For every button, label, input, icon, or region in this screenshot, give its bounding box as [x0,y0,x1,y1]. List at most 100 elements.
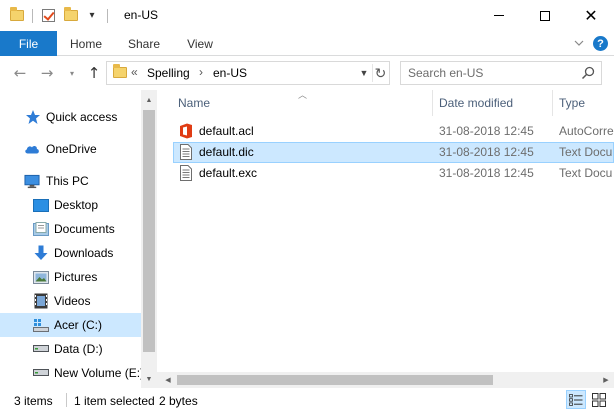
minimize-icon [494,15,504,16]
nav-scrollbar[interactable]: ▲ ▼ [141,90,157,388]
back-arrow-icon[interactable]: ← [10,63,30,83]
sort-ascending-icon: ︿ [298,90,308,100]
item-count: 3 items [14,394,53,408]
file-date: 31-08-2018 12:45 [439,145,534,159]
close-button[interactable]: ✕ [568,0,614,31]
help-icon[interactable]: ? [593,36,608,51]
nav-item-this-pc[interactable]: This PC [0,169,141,193]
pictures-folder-icon [33,269,49,285]
details-view-button[interactable] [566,390,586,409]
tab-file[interactable]: File [0,31,57,56]
drive-icon [33,365,49,381]
office-file-icon [180,123,192,139]
refresh-icon[interactable]: ↻ [372,64,388,82]
nav-item-pictures[interactable]: Pictures [0,265,141,289]
text-file-icon [180,165,192,181]
file-type: Text Docu [559,166,613,180]
column-header-type[interactable]: Type [559,96,585,110]
nav-item-videos[interactable]: Videos [0,289,141,313]
file-date: 31-08-2018 12:45 [439,124,534,138]
nav-item-acer-c[interactable]: Acer (C:) [0,313,141,337]
file-name: default.exc [199,166,258,180]
nav-item-desktop[interactable]: Desktop [0,193,141,217]
column-headers: ︿ Name Date modified Type [157,90,614,116]
table-row[interactable]: default.dic 31-08-2018 12:45 Text Docu [173,142,614,163]
table-row[interactable]: default.acl 31-08-2018 12:45 AutoCorre [173,121,614,142]
customize-toolbar-dropdown-icon[interactable]: ▾ [84,7,100,23]
horizontal-scrollbar-thumb[interactable] [177,375,493,385]
nav-label: Desktop [54,198,99,212]
table-row[interactable]: default.exc 31-08-2018 12:45 Text Docu [173,163,614,184]
forward-arrow-icon[interactable]: → [37,63,57,83]
nav-label: Downloads [54,246,114,260]
folder-icon[interactable] [9,6,25,23]
file-list: ︿ Name Date modified Type default.acl 31… [157,90,614,388]
scroll-up-icon[interactable]: ▲ [141,92,157,108]
breadcrumb-en-us[interactable]: en-US [213,66,247,80]
address-dropdown-icon[interactable]: ▼ [357,65,371,81]
column-divider[interactable] [432,90,433,116]
folder-icon [113,64,127,78]
nav-label: Quick access [46,110,118,124]
chevron-down-icon[interactable] [573,37,585,49]
videos-folder-icon [33,293,49,309]
scroll-left-icon[interactable]: ◀ [160,372,176,388]
properties-check-icon[interactable] [40,7,56,23]
file-name: default.acl [199,124,254,138]
status-separator [66,393,67,407]
maximize-button[interactable] [522,0,568,31]
up-arrow-icon[interactable]: ↑ [84,63,104,83]
nav-label: Documents [54,222,115,236]
file-date: 31-08-2018 12:45 [439,166,534,180]
nav-item-new-volume-e[interactable]: New Volume (E:) [0,361,145,385]
nav-item-quick-access[interactable]: Quick access [0,105,141,129]
address-bar[interactable]: « Spelling › en-US ▼ ↻ [106,61,390,85]
scroll-down-icon[interactable]: ▼ [141,371,157,387]
selection-size: 2 bytes [159,394,198,408]
nav-scrollbar-thumb[interactable] [143,110,155,352]
details-view-icon [569,393,583,406]
search-box[interactable] [400,61,602,85]
text-file-icon [180,144,192,160]
nav-item-data-d[interactable]: Data (D:) [0,337,141,361]
nav-label: Data (D:) [54,342,103,356]
nav-label: This PC [46,174,89,188]
title-separator [107,9,108,23]
breadcrumb-separator[interactable]: › [199,65,203,79]
computer-icon [24,173,40,189]
column-divider[interactable] [552,90,553,116]
ribbon-tabs: File Home Share View ? [0,31,614,56]
file-type: AutoCorre [559,124,614,138]
tab-home[interactable]: Home [62,31,110,56]
desktop-folder-icon [33,197,49,213]
scroll-right-icon[interactable]: ▶ [598,372,614,388]
minimize-button[interactable] [476,0,522,31]
large-icons-view-button[interactable] [589,390,609,409]
tab-share[interactable]: Share [120,31,168,56]
window-title: en-US [124,8,159,22]
tab-view[interactable]: View [176,31,224,56]
breadcrumb-spelling[interactable]: Spelling [147,66,190,80]
nav-label: Videos [54,294,91,308]
recent-locations-chevron-icon[interactable]: ▾ [62,63,82,83]
quick-access-separator [32,9,33,23]
search-input[interactable] [401,62,577,84]
breadcrumb-overflow[interactable]: « [131,65,138,79]
cloud-icon [24,141,40,157]
column-header-name[interactable]: Name [178,96,210,110]
nav-item-downloads[interactable]: Downloads [0,241,141,265]
nav-item-documents[interactable]: Documents [0,217,141,241]
new-folder-icon[interactable] [63,6,79,23]
nav-label: New Volume (E:) [54,366,145,380]
title-bar: ▾ en-US ✕ [0,0,614,31]
windows-drive-icon [33,317,49,333]
navigation-pane: Quick access OneDrive This PC Desktop Do… [0,90,157,388]
column-header-date-modified[interactable]: Date modified [439,96,513,110]
horizontal-scrollbar[interactable]: ◀ ▶ [157,372,614,388]
drive-icon [33,341,49,357]
selection-count: 1 item selected [74,394,155,408]
nav-item-onedrive[interactable]: OneDrive [0,137,141,161]
large-icons-view-icon [592,392,606,407]
close-icon: ✕ [584,5,598,25]
search-icon [581,66,595,80]
